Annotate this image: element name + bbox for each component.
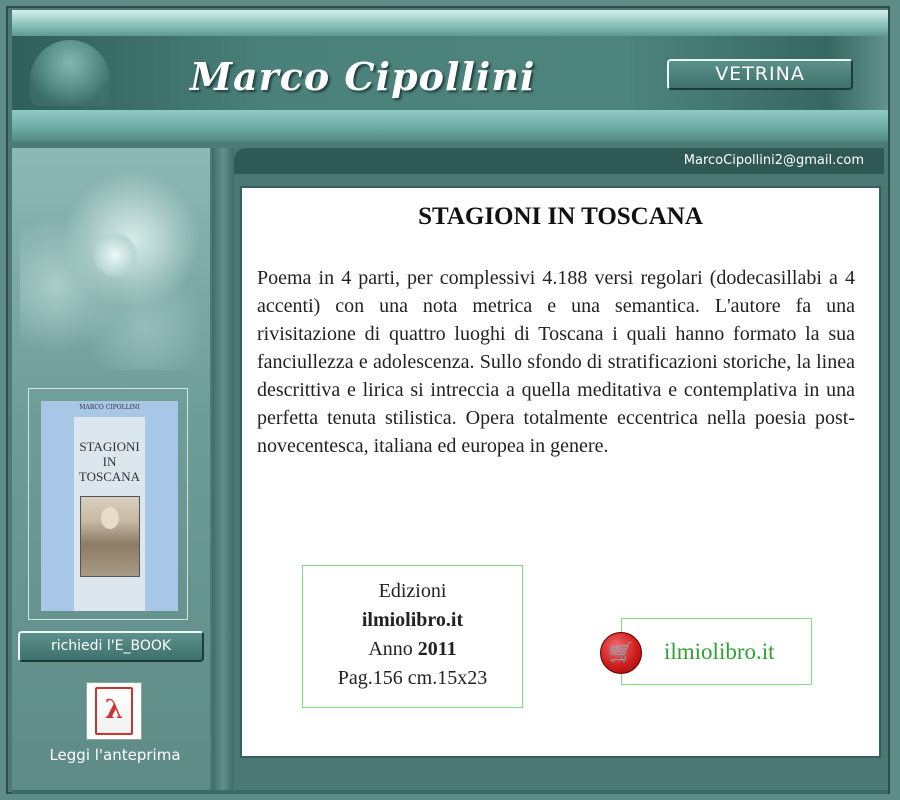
request-ebook-button[interactable]: richiedi l'E_BOOK — [18, 631, 204, 662]
edition-info-box: Edizioni ilmiolibro.it Anno 2011 Pag.156… — [302, 565, 523, 708]
column-divider — [212, 148, 234, 790]
cover-author: MARCO CIPOLLINI — [79, 404, 140, 411]
cover-title-line: STAGIONI — [79, 439, 140, 454]
edition-year-row: Anno 2011 — [303, 635, 522, 664]
contact-email-link[interactable]: MarcoCipollini2@gmail.com — [684, 153, 864, 168]
cover-stripe-right — [145, 401, 178, 611]
book-cover: MARCO CIPOLLINI STAGIONI IN TOSCANA — [41, 401, 178, 611]
cover-title-line: IN — [102, 454, 117, 469]
cover-title-line: TOSCANA — [78, 469, 141, 484]
edition-details: Pag.156 cm.15x23 — [337, 667, 488, 689]
cover-stripe-left — [41, 401, 74, 611]
edition-publisher: ilmiolibro.it — [361, 609, 464, 631]
book-title: STAGIONI IN TOSCANA — [418, 203, 703, 230]
pdf-acrobat-icon[interactable]: λ — [86, 682, 142, 740]
edition-label: Edizioni — [378, 580, 447, 602]
preview-link[interactable]: Leggi l'anteprima — [18, 746, 212, 764]
shopping-cart-icon[interactable]: 🛒 — [600, 632, 642, 674]
bottom-bar — [12, 790, 888, 794]
ilmiolibro-shop-link[interactable]: ilmiolibro.it — [621, 618, 812, 685]
acrobat-glyph: λ — [104, 695, 124, 725]
cover-photo — [80, 496, 140, 577]
site-title: Marco Cipollini — [190, 54, 536, 99]
cover-photo-face — [101, 507, 119, 529]
statue-ornament-icon — [30, 40, 110, 106]
book-description: Poema in 4 parti, per complessivi 4.188 … — [257, 267, 855, 457]
header-bottom-strip — [12, 110, 888, 142]
cart-glyph: 🛒 — [608, 640, 634, 664]
cover-title: STAGIONI IN TOSCANA — [41, 439, 178, 484]
vetrina-button[interactable]: VETRINA — [667, 59, 853, 90]
pdf-page: λ — [95, 687, 133, 735]
top-strip — [12, 10, 888, 36]
sunflower-icon — [92, 232, 138, 278]
edition-year: 2011 — [417, 638, 457, 660]
edition-year-label: Anno — [368, 638, 413, 660]
